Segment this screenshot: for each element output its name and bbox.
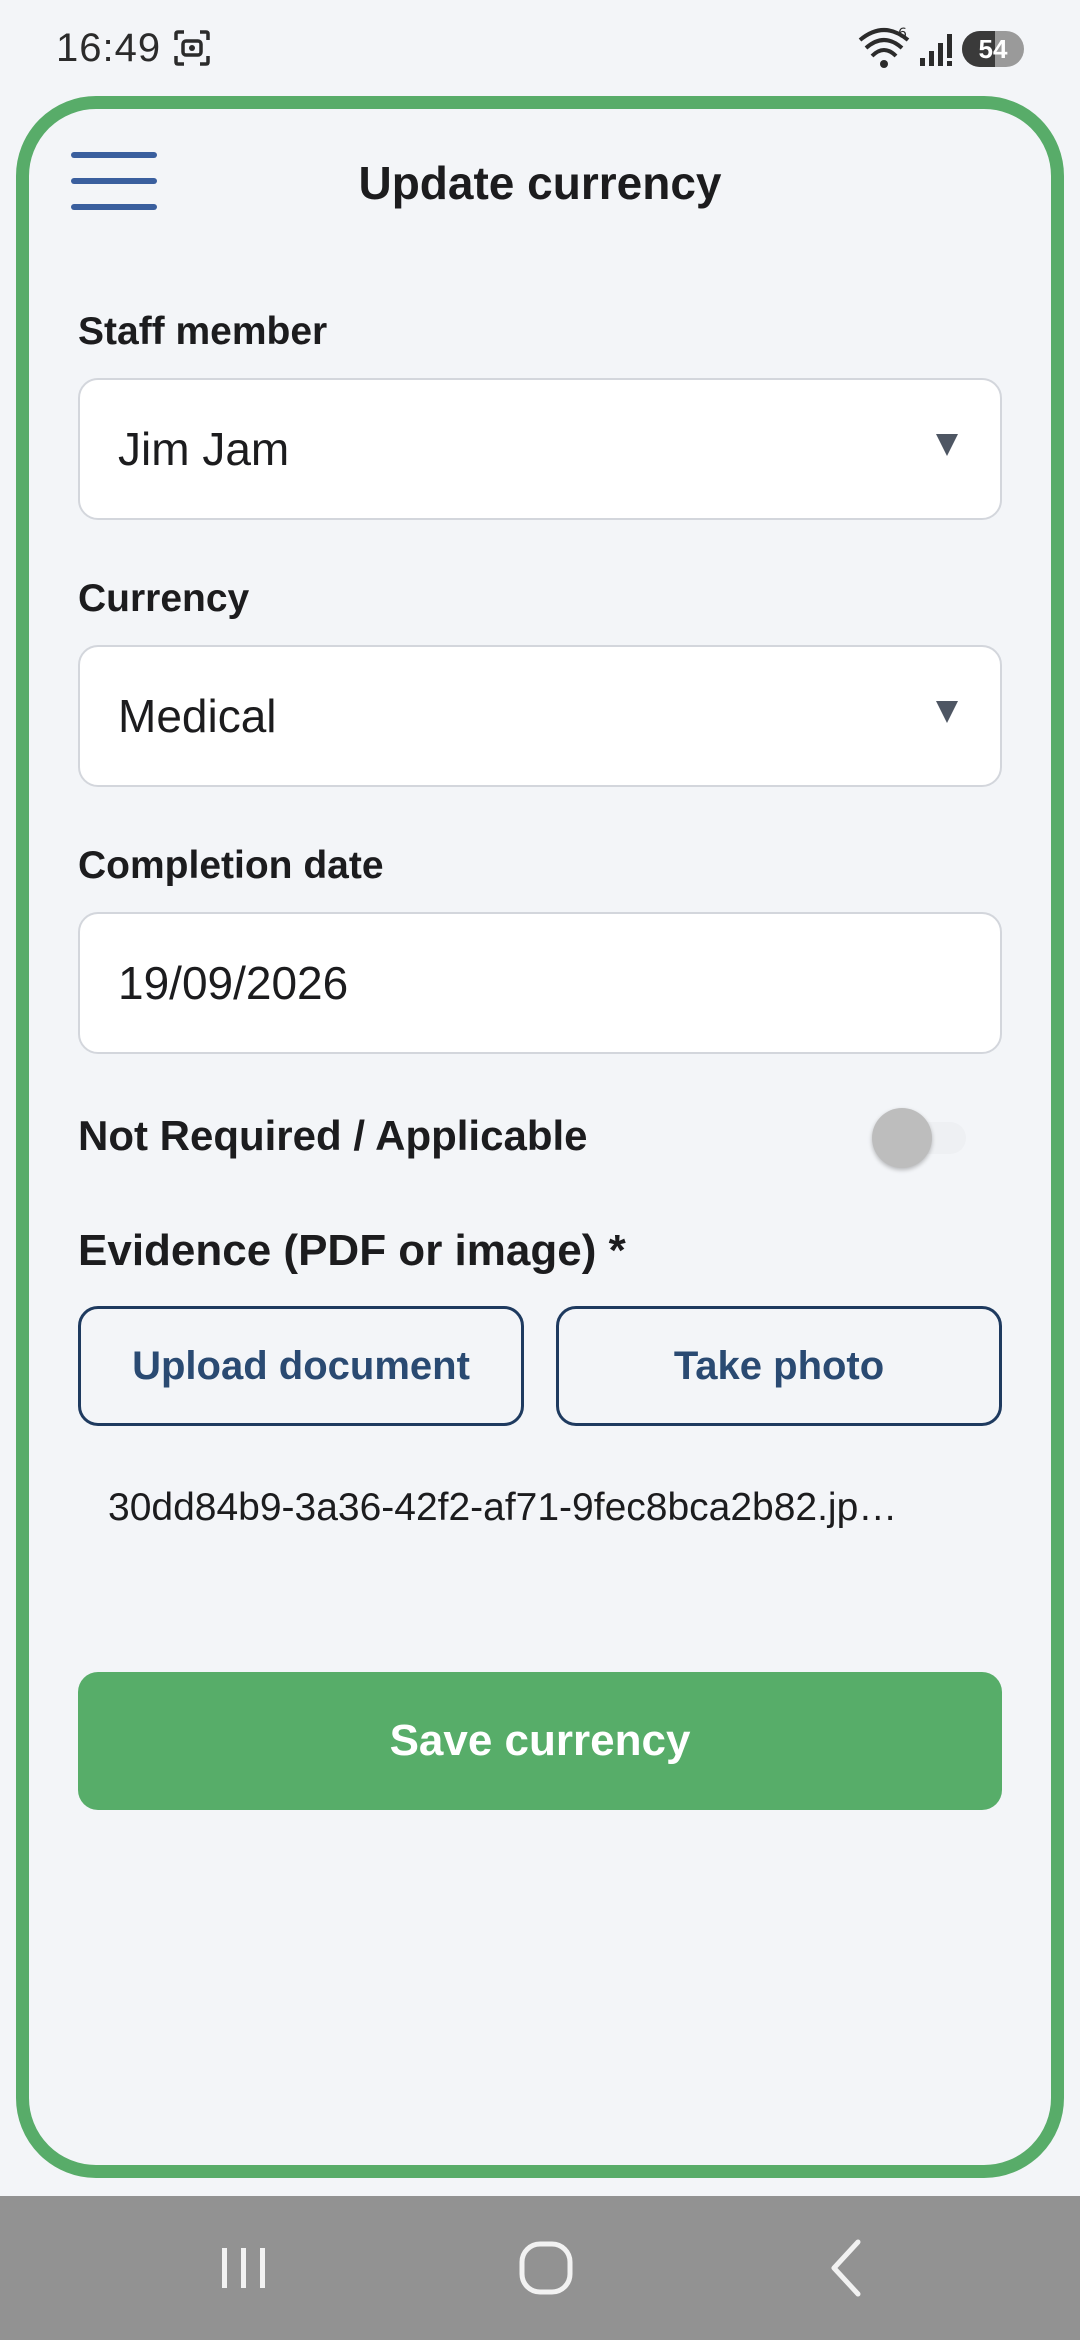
navigation-bar bbox=[0, 2196, 1080, 2340]
screenshot-icon bbox=[174, 30, 210, 66]
save-currency-button[interactable]: Save currency bbox=[78, 1672, 1002, 1810]
not-required-label: Not Required / Applicable bbox=[78, 1112, 588, 1159]
battery-level: 54 bbox=[978, 34, 1008, 64]
recent-apps-icon[interactable] bbox=[208, 2232, 280, 2304]
status-time: 16:49 bbox=[56, 26, 162, 70]
dropdown-arrow-icon bbox=[936, 434, 958, 456]
signal-icon bbox=[920, 34, 952, 66]
evidence-label: Evidence (PDF or image) * bbox=[78, 1226, 626, 1275]
status-bar: 16:49 6 54 bbox=[0, 0, 1080, 96]
wifi-icon: 6 bbox=[858, 26, 910, 68]
home-icon[interactable] bbox=[510, 2232, 582, 2304]
evidence-file-name: 30dd84b9-3a36-42f2-af71-9fec8bca2b82.jp… bbox=[108, 1486, 898, 1529]
currency-select[interactable]: Medical bbox=[78, 645, 1002, 787]
wifi-badge: 6 bbox=[898, 26, 907, 42]
completion-date-label: Completion date bbox=[78, 844, 384, 887]
staff-member-select[interactable]: Jim Jam bbox=[78, 378, 1002, 520]
completion-date-input[interactable]: 19/09/2026 bbox=[78, 912, 1002, 1054]
currency-label: Currency bbox=[78, 577, 250, 620]
battery-icon: 54 bbox=[962, 31, 1024, 67]
currency-value: Medical bbox=[118, 690, 277, 742]
not-required-toggle[interactable] bbox=[870, 1108, 970, 1168]
dropdown-arrow-icon bbox=[936, 701, 958, 723]
completion-date-value: 19/09/2026 bbox=[118, 957, 349, 1009]
page-title: Update currency bbox=[358, 157, 722, 209]
staff-member-value: Jim Jam bbox=[118, 423, 290, 475]
upload-document-button[interactable]: Upload document bbox=[78, 1306, 524, 1426]
toggle-knob bbox=[872, 1108, 932, 1168]
staff-member-label: Staff member bbox=[78, 310, 328, 353]
back-icon[interactable] bbox=[812, 2232, 884, 2304]
take-photo-button[interactable]: Take photo bbox=[556, 1306, 1002, 1426]
